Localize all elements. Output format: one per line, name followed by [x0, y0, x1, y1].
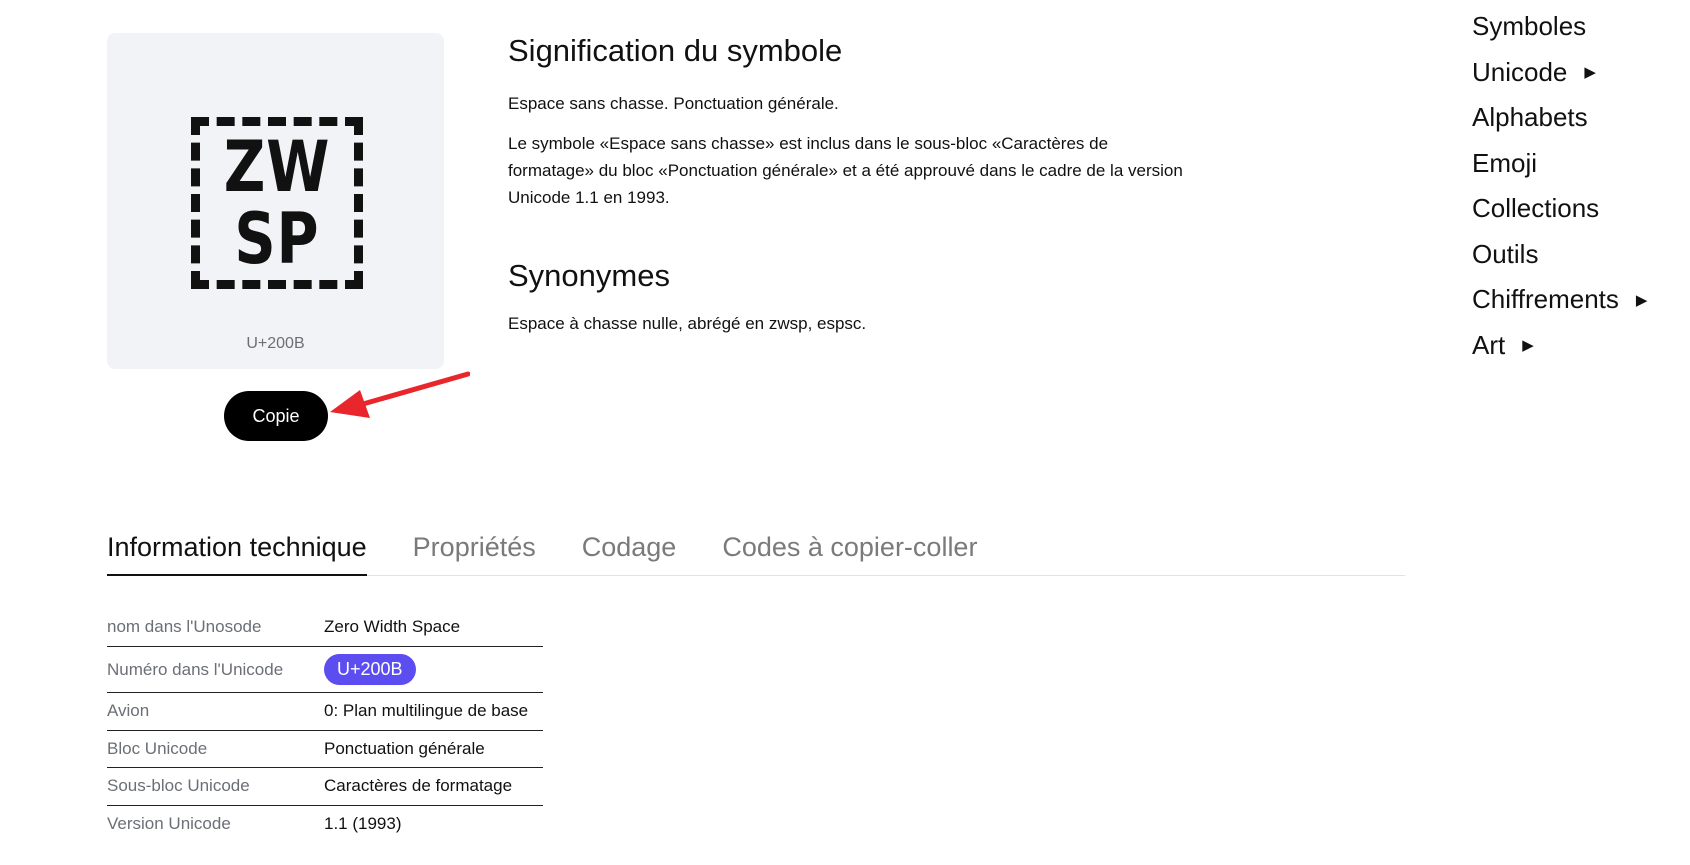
nav-item-symboles[interactable]: Symboles: [1472, 4, 1647, 50]
row-value: Zero Width Space: [324, 616, 461, 636]
meaning-description: Le symbole «Espace sans chasse» est incl…: [508, 134, 1183, 207]
nav-label: Alphabets: [1472, 102, 1588, 133]
row-label: Bloc Unicode: [107, 738, 208, 758]
nav-label: Outils: [1472, 238, 1539, 269]
symbol-code-caption: U+200B: [246, 335, 305, 352]
row-label: Avion: [107, 701, 150, 721]
row-label: nom dans l'Unosode: [107, 616, 262, 636]
table-row: Sous-bloc Unicode Caractères de formatag…: [107, 768, 543, 806]
page: ZW SP U+200B Copie Signification du symb…: [0, 0, 1690, 865]
tab-proprietes[interactable]: Propriétés: [413, 522, 536, 576]
zwsp-glyph-icon: ZW SP: [191, 117, 363, 289]
red-arrow-icon: [330, 371, 470, 418]
table-row: nom dans l'Unosode Zero Width Space: [107, 607, 543, 647]
technical-info-table: nom dans l'Unosode Zero Width Space Numé…: [107, 607, 543, 843]
nav-label: Symboles: [1472, 11, 1587, 42]
synonyms-title: Synonymes: [508, 258, 670, 293]
nav-item-alphabets[interactable]: Alphabets: [1472, 95, 1647, 141]
table-row: Numéro dans l'Unicode U+200B: [107, 647, 543, 693]
synonyms-text: Espace à chasse nulle, abrégé en zwsp, e…: [508, 314, 867, 333]
nav-item-collections[interactable]: Collections: [1472, 186, 1647, 232]
nav-item-chiffrements[interactable]: Chiffrements ▶: [1472, 277, 1647, 323]
nav-label: Chiffrements: [1472, 284, 1619, 315]
symbol-preview-card: ZW SP U+200B: [107, 33, 444, 369]
copy-button[interactable]: Copie: [224, 391, 328, 441]
nav-item-outils[interactable]: Outils: [1472, 232, 1647, 278]
nav-item-art[interactable]: Art ▶: [1472, 323, 1647, 369]
nav-item-emoji[interactable]: Emoji: [1472, 141, 1647, 187]
nav-label: Art: [1472, 329, 1506, 360]
row-value: Caractères de formatage: [324, 776, 513, 796]
tab-codage[interactable]: Codage: [582, 522, 677, 576]
nav-item-unicode[interactable]: Unicode ▶: [1472, 50, 1647, 96]
row-value: 1.1 (1993): [324, 814, 402, 834]
triangle-right-icon: ▶: [1635, 291, 1648, 309]
info-tabs: Information technique Propriétés Codage …: [107, 522, 1405, 576]
row-label: Sous-bloc Unicode: [107, 776, 250, 796]
nav-label: Emoji: [1472, 147, 1538, 178]
row-label: Version Unicode: [107, 814, 231, 834]
row-value: U+200B: [324, 654, 416, 685]
meaning-title: Signification du symbole: [508, 33, 843, 68]
triangle-right-icon: ▶: [1522, 337, 1534, 355]
nav-label: Collections: [1472, 193, 1600, 224]
unicode-code-badge[interactable]: U+200B: [324, 654, 416, 685]
table-row: Avion 0: Plan multilingue de base: [107, 693, 543, 731]
glyph-line-1: ZW: [223, 126, 331, 208]
triangle-right-icon: ▶: [1584, 64, 1596, 82]
row-value: Ponctuation générale: [324, 738, 485, 758]
table-row: Bloc Unicode Ponctuation générale: [107, 731, 543, 768]
row-label: Numéro dans l'Unicode: [107, 659, 284, 679]
side-nav: Symboles Unicode ▶ Alphabets Emoji Colle…: [1472, 4, 1647, 368]
table-row: Version Unicode 1.1 (1993): [107, 806, 543, 844]
tab-codes-copier-coller[interactable]: Codes à copier-coller: [722, 522, 977, 576]
tab-information-technique[interactable]: Information technique: [107, 522, 367, 576]
glyph-line-2: SP: [234, 198, 320, 280]
row-value: 0: Plan multilingue de base: [324, 701, 529, 721]
nav-label: Unicode: [1472, 56, 1568, 87]
meaning-short: Espace sans chasse. Ponctuation générale…: [508, 94, 839, 113]
